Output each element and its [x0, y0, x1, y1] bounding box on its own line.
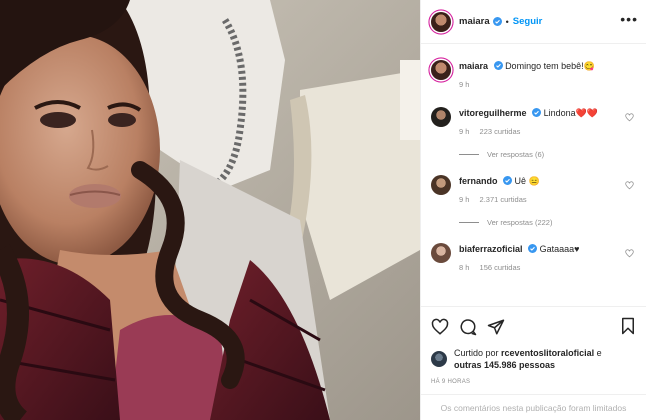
share-icon[interactable] [487, 318, 505, 336]
caption-username[interactable]: maiara [459, 61, 488, 71]
instagram-post: maiara • Seguir ••• maiara Domingo tem b… [0, 0, 646, 420]
heart-icon[interactable] [625, 113, 634, 122]
liked-user-link[interactable]: rceventoslitoraloficial [501, 348, 594, 358]
comment-meta: 9 h 223 curtidas [459, 127, 636, 136]
comment-time: 8 h [459, 263, 470, 272]
comment-likes[interactable]: 156 curtidas [480, 263, 521, 272]
liked-prefix: Curtido por [454, 348, 499, 358]
comment-line: biaferrazoficial Gataaaa♥ [459, 243, 636, 255]
separator: • [505, 16, 509, 27]
caption-line: maiara Domingo tem bebê!😋 [459, 60, 636, 72]
post-timestamp[interactable]: HÁ 9 HORAS [431, 379, 636, 385]
comment-item: biaferrazoficial Gataaaa♥ 8 h 156 curtid… [431, 243, 636, 272]
liked-conj: e [596, 348, 602, 358]
comment-time: 9 h [459, 195, 470, 204]
heart-icon[interactable] [625, 181, 634, 190]
caption-text: Domingo tem bebê!😋 [505, 61, 595, 71]
caption-time: 9 h [459, 80, 470, 89]
post-header: maiara • Seguir ••• [421, 0, 646, 44]
action-icons [431, 317, 636, 337]
comment-username[interactable]: fernando [459, 176, 498, 186]
comment-item: vitoreguilherme Lindona❤️❤️ 9 h 223 curt… [431, 107, 636, 136]
bookmark-icon[interactable] [620, 317, 636, 335]
post-sidebar: maiara • Seguir ••• maiara Domingo tem b… [420, 0, 646, 420]
liked-by: Curtido por rceventoslitoraloficial e ou… [431, 347, 636, 371]
view-replies-label[interactable]: Ver respostas (6) [487, 150, 544, 159]
avatar[interactable] [431, 107, 451, 127]
avatar[interactable] [431, 175, 451, 195]
comment-username[interactable]: biaferrazoficial [459, 244, 523, 254]
selfie-image [0, 0, 420, 420]
post-actions: Curtido por rceventoslitoraloficial e ou… [421, 306, 646, 420]
caption: maiara Domingo tem bebê!😋 9 h [431, 60, 636, 89]
comment-text: Uê 😑 [514, 176, 540, 186]
view-replies-label[interactable]: Ver respostas (222) [487, 218, 552, 227]
verified-badge-icon [493, 61, 503, 70]
replies-line [459, 222, 479, 223]
verified-badge-icon [492, 17, 502, 26]
liked-by-text: Curtido por rceventoslitoraloficial e ou… [454, 347, 602, 371]
replies-line [459, 154, 479, 155]
comment-time: 9 h [459, 127, 470, 136]
avatar[interactable] [431, 351, 447, 367]
avatar[interactable] [431, 11, 451, 32]
comment-line: vitoreguilherme Lindona❤️❤️ [459, 107, 636, 119]
verified-badge-icon [532, 108, 542, 117]
comment-text: Lindona❤️❤️ [543, 108, 599, 118]
comment-meta: 8 h 156 curtidas [459, 263, 636, 272]
comment-text: Gataaaa♥ [539, 244, 580, 254]
heart-icon[interactable] [625, 249, 634, 258]
comment-list: maiara Domingo tem bebê!😋 9 h vitoreguil… [421, 60, 646, 272]
follow-button[interactable]: Seguir [513, 16, 543, 27]
username-link[interactable]: maiara [459, 16, 490, 27]
comment-username[interactable]: vitoreguilherme [459, 108, 527, 118]
post-photo[interactable] [0, 0, 420, 420]
verified-badge-icon [528, 244, 538, 253]
comment-line: fernando Uê 😑 [459, 175, 636, 187]
avatar[interactable] [431, 60, 451, 80]
comment-likes[interactable]: 2.371 curtidas [480, 195, 527, 204]
avatar[interactable] [431, 243, 451, 263]
caption-meta: 9 h [459, 80, 636, 89]
liked-others-link[interactable]: outras 145.986 pessoas [454, 360, 555, 370]
comments-limited-notice: Os comentários nesta publicação foram li… [421, 394, 646, 413]
comment-icon[interactable] [459, 318, 477, 336]
more-icon[interactable]: ••• [620, 12, 638, 26]
verified-badge-icon [503, 176, 513, 185]
view-replies-button[interactable]: Ver respostas (6) [431, 150, 636, 159]
comment-meta: 9 h 2.371 curtidas [459, 195, 636, 204]
comment-item: fernando Uê 😑 9 h 2.371 curtidas [431, 175, 636, 204]
heart-icon[interactable] [431, 318, 449, 336]
view-replies-button[interactable]: Ver respostas (222) [431, 218, 636, 227]
comment-likes[interactable]: 223 curtidas [480, 127, 521, 136]
